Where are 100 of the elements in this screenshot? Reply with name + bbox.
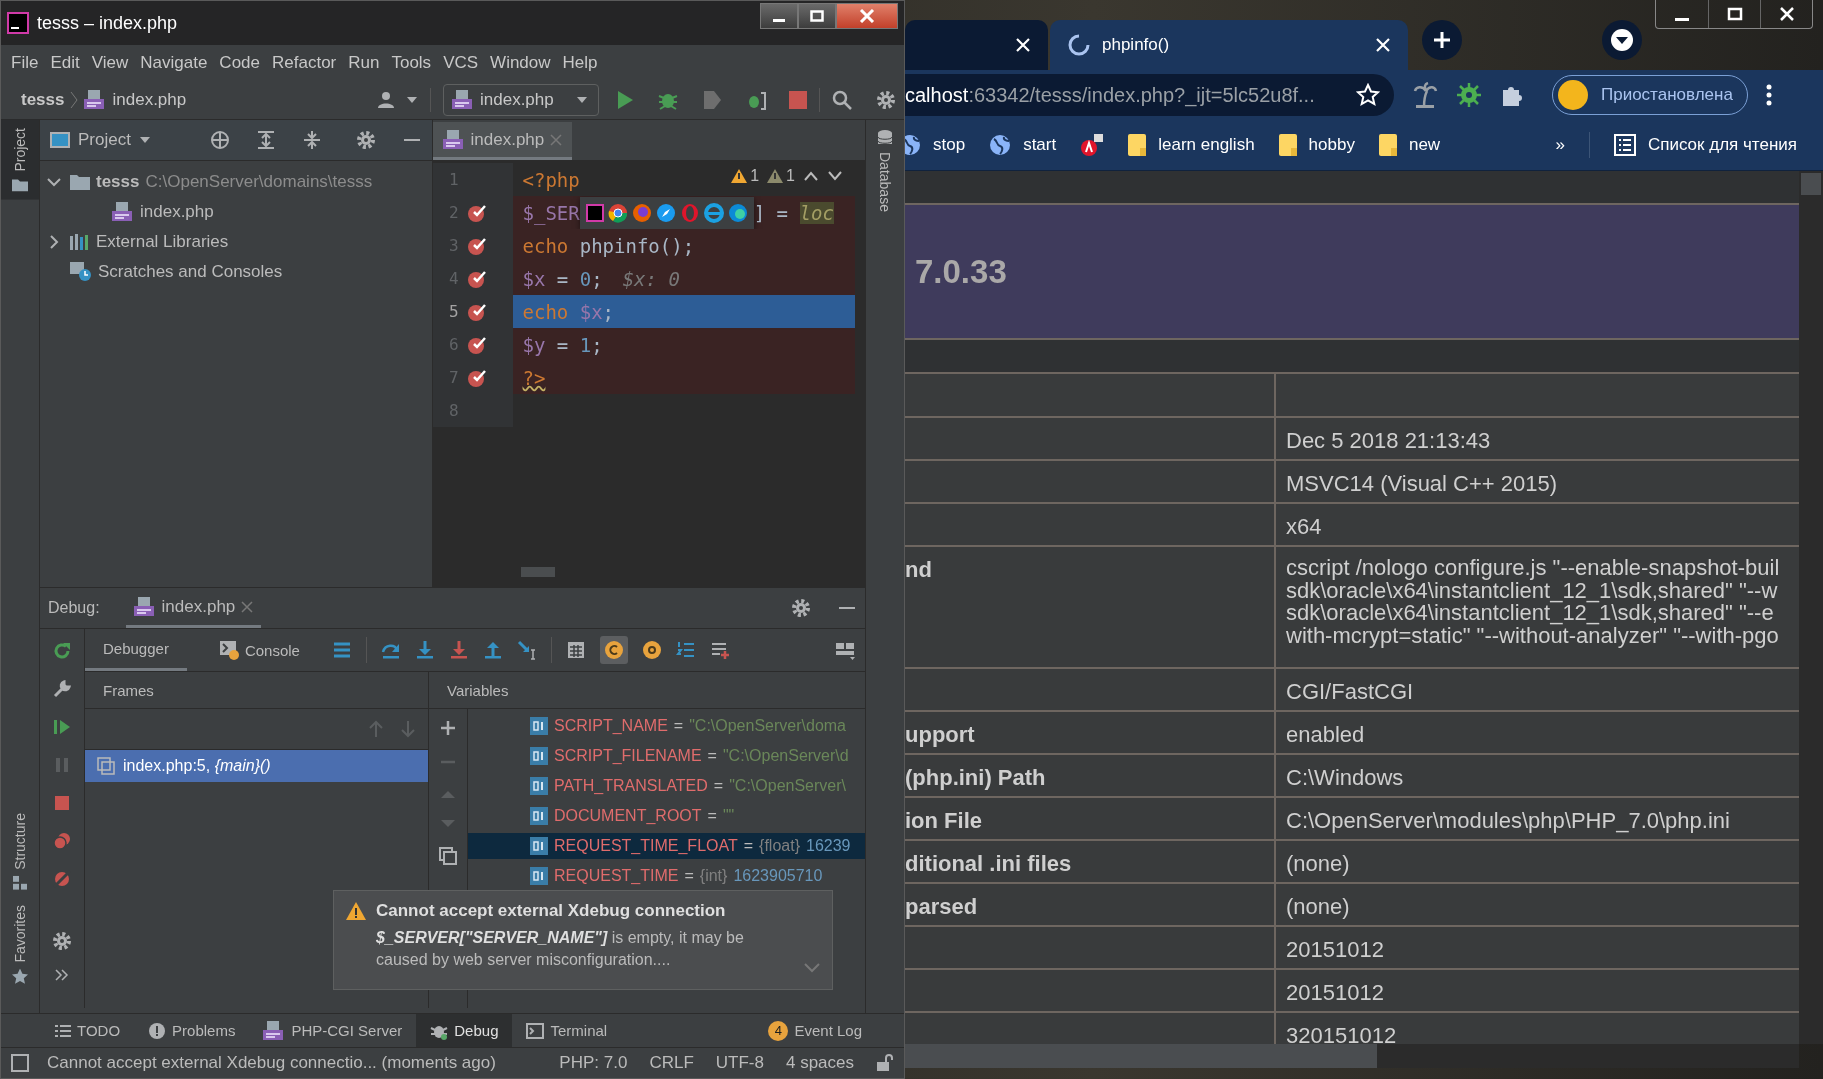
settings-icon[interactable] (355, 130, 376, 150)
scrollbar-thumb[interactable] (1801, 173, 1821, 195)
menu-item[interactable]: Tools (385, 53, 438, 73)
tool-window-tab[interactable]: Favorites (1, 897, 39, 993)
variable-row[interactable]: REQUEST_TIME_FLOAT = {float} 16239 (468, 833, 865, 859)
app-logo-icon[interactable] (585, 203, 604, 222)
address-field[interactable]: calhost:63342/tesss/index.php?_ijt=5lc52u8f... (905, 74, 1394, 116)
bookmark[interactable]: stop (905, 134, 966, 156)
tree-item[interactable]: External Libraries (44, 227, 432, 257)
editor-tab[interactable]: index.php (432, 122, 573, 160)
app-bookmark-icon[interactable] (1080, 133, 1105, 157)
class-icon[interactable] (603, 640, 624, 660)
menu-item[interactable]: Edit (44, 53, 86, 73)
warning-count[interactable]: 1 (731, 167, 760, 185)
globe-icon[interactable] (905, 134, 921, 156)
step-into-icon[interactable] (414, 640, 435, 660)
settings-icon[interactable] (52, 931, 72, 951)
scrollbar-thumb[interactable] (520, 567, 555, 577)
calculator-icon[interactable] (565, 640, 586, 660)
tree-item[interactable]: tesss C:\OpenServer\domains\tesss (44, 167, 432, 197)
menu-item[interactable]: Code (213, 53, 266, 73)
rerun-icon[interactable] (52, 641, 72, 661)
settings-icon[interactable] (876, 90, 896, 110)
layout-icon[interactable] (835, 640, 855, 660)
resume-icon[interactable] (52, 717, 72, 737)
menu-item[interactable]: View (85, 53, 135, 73)
variable-row[interactable]: SCRIPT_NAME = "C:\OpenServer\doma (468, 713, 865, 739)
tool-window-tab[interactable]: Terminal (512, 1014, 622, 1047)
minimize-button[interactable] (760, 3, 798, 29)
bookmark[interactable]: hobby (1278, 134, 1355, 156)
tool-window-tab[interactable]: 4 Event Log (754, 1014, 876, 1047)
run-configuration-dropdown[interactable]: index.php (443, 84, 599, 116)
tool-window-tab[interactable]: PHP-CGI Server (249, 1014, 417, 1047)
add-watch-icon[interactable] (709, 640, 730, 660)
menu-item[interactable]: VCS (437, 53, 485, 73)
collapse-all-icon[interactable] (301, 130, 322, 150)
menu-item[interactable]: File (5, 53, 45, 73)
force-step-into-icon[interactable] (448, 640, 469, 660)
more-bookmarks-button[interactable]: » (1555, 135, 1565, 155)
variable-row[interactable]: DOCUMENT_ROOT = "" (468, 803, 865, 829)
tool-window-tab[interactable]: Project (1, 120, 39, 200)
browser-tab[interactable]: phpinfo() (1050, 20, 1408, 70)
panel-icon[interactable] (11, 1054, 29, 1072)
breadcrumb-item[interactable]: tesss (21, 90, 65, 110)
locate-icon[interactable] (209, 130, 230, 150)
tree-item[interactable]: index.php (86, 197, 432, 227)
copy-icon[interactable] (439, 847, 457, 865)
browser-icon[interactable] (607, 202, 628, 223)
breadcrumb-item[interactable]: index.php (112, 90, 187, 110)
status-item[interactable]: CRLF (649, 1053, 694, 1073)
palm-tree-icon[interactable] (1412, 82, 1438, 108)
more-icon[interactable] (1765, 84, 1772, 106)
bug-icon[interactable] (1456, 82, 1482, 108)
status-item[interactable]: PHP: 7.0 (559, 1053, 628, 1073)
globe-icon[interactable] (989, 134, 1012, 156)
tab-search-button[interactable] (1602, 20, 1642, 60)
run-icon[interactable] (615, 90, 635, 110)
step-out-icon[interactable] (482, 640, 503, 660)
debugger-view-tab[interactable]: Debugger (85, 629, 187, 671)
reading-list-button[interactable]: Список для чтения (1613, 134, 1797, 156)
status-item[interactable]: 4 spaces (785, 1053, 854, 1073)
more-icon[interactable] (55, 969, 69, 981)
add-icon[interactable] (439, 719, 457, 737)
annotation-icon[interactable] (641, 640, 662, 660)
compass-icon[interactable] (655, 202, 676, 223)
variable-row[interactable]: REQUEST_TIME = {int} 1623905710 (468, 863, 865, 889)
weak-warning-count[interactable]: 1 (767, 167, 795, 185)
project-view-dropdown[interactable]: Project (50, 130, 151, 150)
mute-breakpoints-icon[interactable] (52, 869, 72, 889)
debug-session-tab[interactable]: index.php (125, 588, 262, 628)
search-icon[interactable] (832, 90, 852, 110)
menu-item[interactable]: Refactor (266, 53, 343, 73)
tree-item[interactable]: Scratches and Consoles (44, 257, 432, 287)
wrench-icon[interactable] (52, 679, 72, 699)
bookmark[interactable]: new (1378, 134, 1441, 156)
new-tab-button[interactable] (1422, 20, 1462, 60)
list-icon[interactable] (331, 640, 352, 660)
star-icon[interactable] (1356, 83, 1380, 107)
menu-item[interactable]: Navigate (134, 53, 214, 73)
status-item[interactable]: UTF-8 (715, 1053, 764, 1073)
next-icon[interactable] (827, 170, 843, 182)
tool-window-tab[interactable]: Debug (416, 1014, 513, 1047)
stop-icon[interactable] (52, 793, 72, 813)
settings-icon[interactable] (791, 598, 811, 618)
menu-item[interactable]: Window (484, 53, 557, 73)
maximize-button[interactable] (798, 3, 836, 29)
numbered-list-icon[interactable] (675, 640, 696, 660)
tool-window-tab[interactable]: TODO (41, 1014, 135, 1047)
bookmark[interactable]: learn english (1128, 134, 1255, 156)
bookmark[interactable]: start (989, 134, 1057, 156)
expand-all-icon[interactable] (255, 130, 276, 150)
run-to-cursor-icon[interactable] (516, 640, 537, 660)
breakpoints-icon[interactable] (52, 831, 72, 851)
menu-item[interactable]: Help (556, 53, 604, 73)
browser-icon[interactable] (703, 202, 724, 223)
lock-icon[interactable] (876, 1054, 894, 1072)
scrollbar-thumb[interactable] (905, 1044, 1377, 1068)
variable-row[interactable]: SCRIPT_FILENAME = "C:\OpenServer\d (468, 743, 865, 769)
previous-icon[interactable] (803, 170, 819, 182)
browser-icon[interactable] (727, 202, 748, 223)
